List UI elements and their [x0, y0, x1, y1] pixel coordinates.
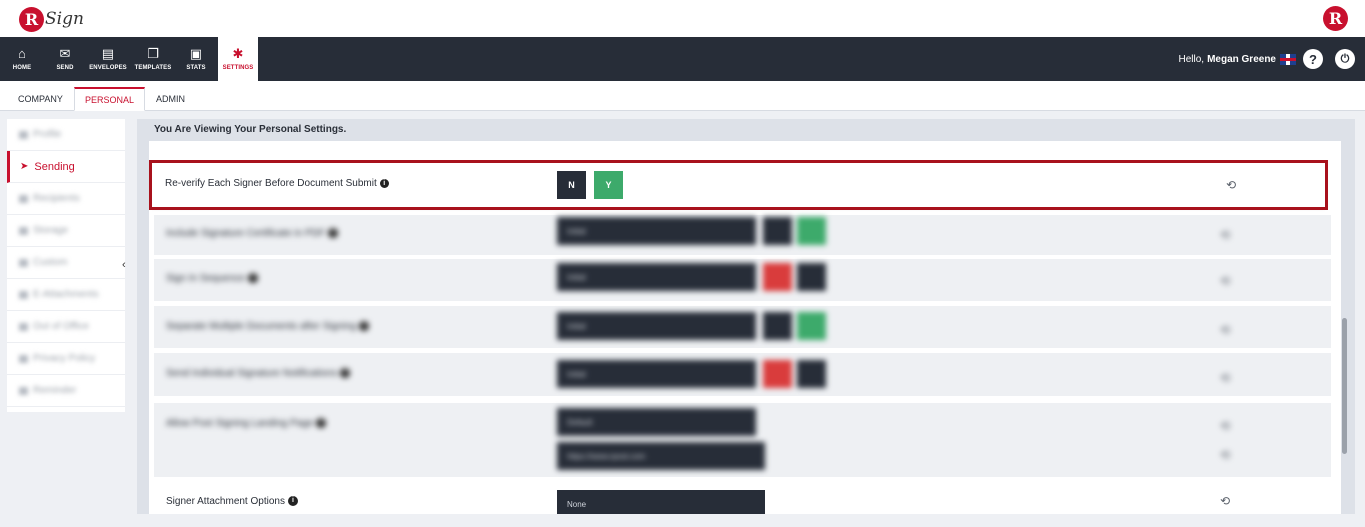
- scrollbar[interactable]: [1342, 318, 1347, 454]
- no-button[interactable]: [763, 217, 792, 245]
- envelope-icon: ✉: [59, 46, 71, 61]
- setting-dropdown[interactable]: Initial: [557, 263, 756, 291]
- history-icon[interactable]: ⟲: [1220, 448, 1230, 462]
- gear-icon: ✱: [232, 46, 244, 61]
- yes-button[interactable]: [797, 263, 826, 291]
- sidebar-item-custom[interactable]: Custom: [7, 247, 125, 279]
- nav-envelopes[interactable]: ▤ ENVELOPES: [86, 37, 130, 81]
- history-icon[interactable]: ⟲: [1220, 371, 1230, 385]
- sidebar-item-out-of-office[interactable]: Out of Office: [7, 311, 125, 343]
- nav-send-label: SEND: [56, 65, 74, 71]
- page-title: You Are Viewing Your Personal Settings.: [154, 124, 347, 135]
- settings-subtabs: COMPANY PERSONAL ADMIN: [0, 81, 1365, 111]
- nav-settings[interactable]: ✱ SETTINGS: [218, 37, 258, 81]
- nav-stats-label: STATS: [186, 65, 206, 71]
- rsign-logo[interactable]: R Sign: [19, 5, 84, 33]
- setting-row: Allow Post Signing Landing Page i Default…: [154, 403, 1331, 477]
- send-icon: ➤: [20, 161, 29, 172]
- history-icon[interactable]: ⟲: [1220, 228, 1230, 242]
- no-button[interactable]: [763, 312, 792, 340]
- no-button[interactable]: [763, 263, 792, 291]
- sidebar-item-profile[interactable]: Profile: [7, 119, 125, 151]
- user-area: Hello, Megan Greene ? ⏻: [1178, 37, 1355, 81]
- setting-dropdown[interactable]: Default: [557, 408, 756, 436]
- nav-send[interactable]: ✉ SEND: [50, 37, 80, 81]
- setting-label: Separate Multiple Documents after Signin…: [166, 321, 370, 332]
- envelopes-icon: ▤: [101, 46, 115, 61]
- setting-row: Include Signature Certificate in PDF i In…: [154, 215, 1331, 255]
- power-icon[interactable]: ⏻: [1335, 49, 1355, 69]
- rpost-logo[interactable]: R: [1323, 6, 1348, 31]
- tab-company[interactable]: COMPANY: [8, 87, 73, 111]
- nav-stats[interactable]: ▣ STATS: [180, 37, 212, 81]
- help-icon[interactable]: ?: [1303, 49, 1323, 69]
- sidebar-item-sending[interactable]: ➤ Sending: [7, 151, 125, 183]
- briefcase-icon: ▣: [189, 46, 203, 61]
- nav-templates[interactable]: ❐ TEMPLATES: [131, 37, 175, 81]
- collapse-sidebar-icon[interactable]: ‹: [122, 259, 126, 271]
- setting-dropdown[interactable]: Initial: [557, 360, 756, 388]
- sidebar-item-reminder[interactable]: Reminder: [7, 375, 125, 407]
- history-icon[interactable]: ⟲: [1220, 419, 1230, 433]
- top-bar: R Sign R: [0, 0, 1365, 37]
- setting-dropdown[interactable]: Initial: [557, 312, 756, 340]
- sidebar-item-storage[interactable]: Storage: [7, 215, 125, 247]
- setting-row: Sign In Sequence i Initial ⟲: [154, 259, 1331, 301]
- setting-row: Signer Attachment Options i None ⟲: [154, 484, 1331, 514]
- tab-admin[interactable]: ADMIN: [146, 87, 195, 111]
- highlight-frame: [149, 160, 1328, 210]
- history-icon[interactable]: ⟲: [1220, 274, 1230, 288]
- setting-row: Separate Multiple Documents after Signin…: [154, 306, 1331, 348]
- setting-label: Sign In Sequence i: [166, 273, 258, 284]
- no-button[interactable]: [763, 360, 792, 388]
- setting-label: Include Signature Certificate in PDF i: [166, 228, 338, 239]
- tab-personal[interactable]: PERSONAL: [74, 87, 146, 111]
- home-icon: ⌂: [18, 46, 26, 61]
- yes-button[interactable]: [797, 217, 826, 245]
- sidebar-item-e-attachments[interactable]: E-Attachments: [7, 279, 125, 311]
- nav-settings-label: SETTINGS: [222, 65, 254, 71]
- settings-sidebar: Profile ➤ Sending Recipients Storage Cust…: [7, 119, 125, 412]
- nav-envelopes-label: ENVELOPES: [89, 65, 127, 71]
- sidebar-item-recipients[interactable]: Recipients: [7, 183, 125, 215]
- setting-label: Send Individual Signature Notifications i: [166, 368, 351, 379]
- logo-word: Sign: [45, 9, 84, 29]
- user-name: Megan Greene: [1207, 53, 1276, 65]
- setting-label: Signer Attachment Options i: [166, 496, 298, 507]
- nav-templates-label: TEMPLATES: [134, 65, 172, 71]
- setting-dropdown[interactable]: None: [557, 490, 765, 514]
- nav-home-label: HOME: [12, 65, 32, 71]
- templates-icon: ❐: [147, 46, 159, 61]
- yes-button[interactable]: [797, 360, 826, 388]
- yes-button[interactable]: [797, 312, 826, 340]
- nav-home[interactable]: ⌂ HOME: [6, 37, 38, 81]
- sidebar-item-privacy-policy[interactable]: Privacy Policy: [7, 343, 125, 375]
- history-icon[interactable]: ⟲: [1220, 494, 1230, 508]
- history-icon[interactable]: ⟲: [1220, 323, 1230, 337]
- main-nav: ⌂ HOME ✉ SEND ▤ ENVELOPES ❐ TEMPLATES ▣ …: [0, 37, 1365, 81]
- setting-label: Allow Post Signing Landing Page i: [166, 418, 327, 429]
- uk-flag-icon[interactable]: [1280, 53, 1296, 65]
- setting-row: Send Individual Signature Notifications i…: [154, 353, 1331, 396]
- greeting-text: Hello,: [1178, 53, 1205, 65]
- landing-url-input[interactable]: https://www.rpost.com: [557, 442, 765, 470]
- setting-dropdown[interactable]: Initial: [557, 217, 756, 245]
- logo-letter: R: [19, 6, 44, 32]
